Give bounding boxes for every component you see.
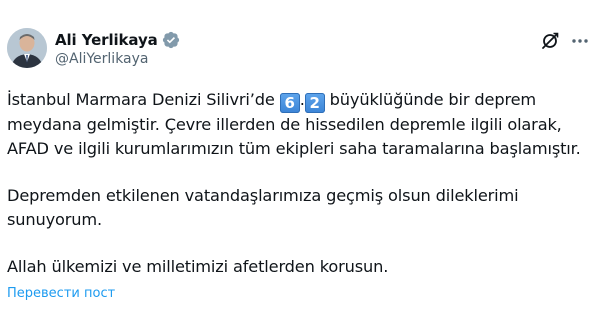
tweet: Ali Yerlikaya @AliYerlikaya İstanbul Mar…	[0, 0, 600, 314]
verified-badge-icon	[162, 31, 180, 49]
author-handle[interactable]: @AliYerlikaya	[55, 51, 149, 67]
keycap-digit-emoji: 6	[279, 93, 300, 113]
more-icon[interactable]	[570, 31, 590, 51]
tweet-paragraph-1: İstanbul Marmara Denizi Silivri’de 6.2 b…	[7, 88, 595, 161]
tweet-paragraph-3: Allah ülkemizi ve milletimizi afetlerden…	[7, 257, 389, 276]
grok-icon[interactable]	[540, 31, 560, 51]
keycap-digit-emoji: 2	[304, 93, 325, 113]
author-name-row: Ali Yerlikaya	[55, 30, 180, 50]
tweet-text-segment: İstanbul Marmara Denizi Silivri’de	[7, 90, 280, 109]
translate-post-link[interactable]: Перевести пост	[7, 286, 115, 301]
tweet-text: İstanbul Marmara Denizi Silivri’de 6.2 b…	[7, 88, 595, 279]
avatar[interactable]	[7, 28, 47, 68]
author-display-name[interactable]: Ali Yerlikaya	[55, 31, 158, 49]
tweet-text-segment: .	[299, 90, 305, 109]
tweet-paragraph-2: Depremden etkilenen vatandaşlarımıza geç…	[7, 186, 519, 229]
